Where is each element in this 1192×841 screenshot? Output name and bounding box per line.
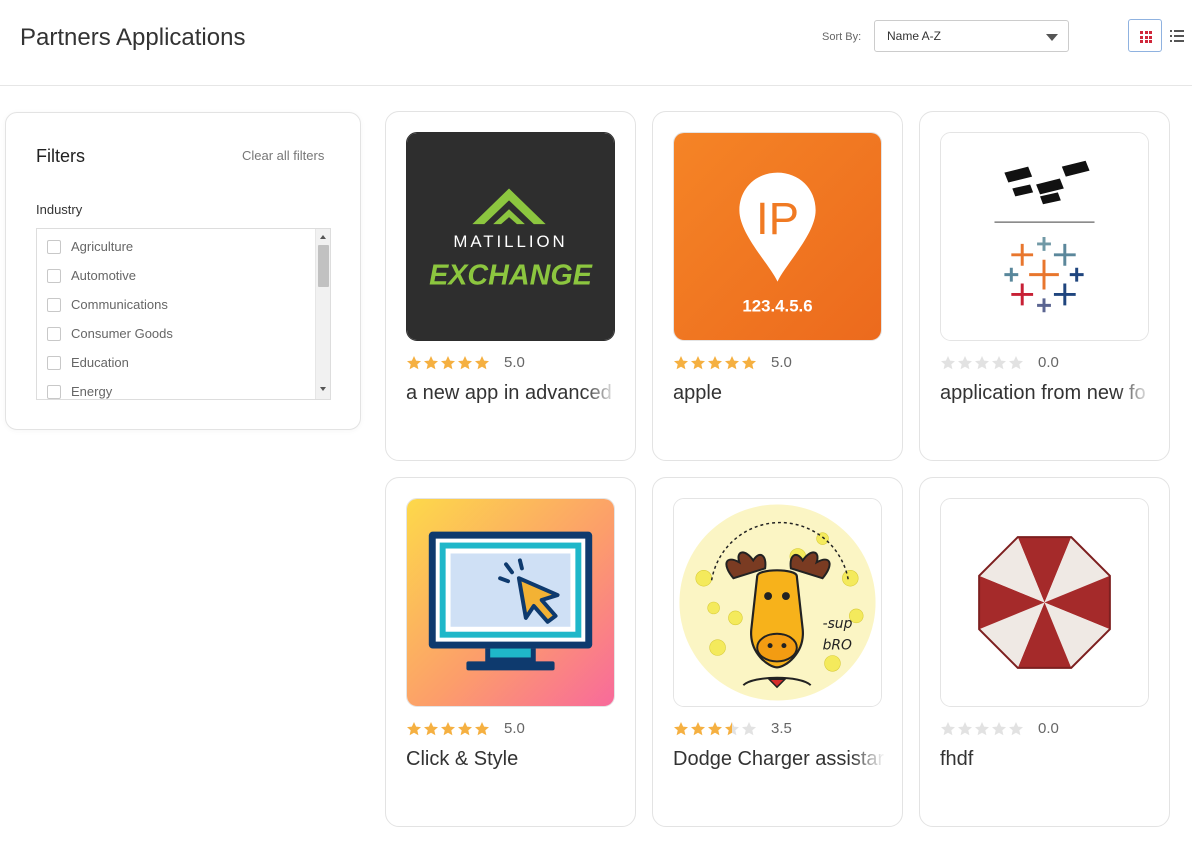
star-icon (1009, 722, 1023, 736)
star-icon (458, 722, 472, 736)
filters-title: Filters (36, 146, 85, 166)
checkbox[interactable] (47, 385, 61, 399)
sort-by-label: Sort By: (822, 31, 862, 43)
rating-value: 5.0 (771, 354, 792, 371)
star-icon (725, 356, 739, 370)
app-card[interactable]: IP 123.4.5.6 5.0 apple (652, 111, 903, 461)
app-logo: MATILLION EXCHANGE (406, 132, 615, 341)
industry-label: Industry (36, 202, 83, 217)
logo-text: IP (756, 193, 799, 244)
star-icon (941, 722, 955, 736)
list-view-button[interactable] (1170, 30, 1184, 42)
star-icon (674, 356, 688, 370)
star-icon (674, 722, 688, 736)
moose-sticker-image: -sup bRO (674, 499, 881, 706)
logo-text: EXCHANGE (429, 260, 593, 292)
logo-text: MATILLION (453, 232, 567, 251)
app-card[interactable]: 5.0 Click & Style (385, 477, 636, 827)
scrollbar[interactable] (315, 229, 330, 399)
star-icon (1009, 356, 1023, 370)
rating-value: 0.0 (1038, 720, 1059, 737)
star-icon (708, 356, 722, 370)
star-icon (992, 356, 1006, 370)
industry-option[interactable]: Agriculture (47, 237, 307, 257)
app-logo (940, 132, 1149, 341)
app-card[interactable]: 0.0 fhdf (919, 477, 1170, 827)
checkbox[interactable] (47, 327, 61, 341)
checkbox[interactable] (47, 298, 61, 312)
star-icon (441, 722, 455, 736)
star-icon (691, 722, 705, 736)
star-icon (742, 356, 756, 370)
star-icon (424, 722, 438, 736)
ip-location-logo: IP 123.4.5.6 (674, 133, 881, 340)
star-icon (424, 356, 438, 370)
app-name[interactable]: fhdf (940, 748, 1151, 771)
industry-list[interactable]: Agriculture Automotive Communications Co… (36, 228, 331, 400)
rating-value: 0.0 (1038, 354, 1059, 371)
scroll-up-icon[interactable] (320, 235, 326, 239)
star-icon (992, 722, 1006, 736)
industry-option[interactable]: Automotive (47, 266, 307, 286)
logo-text: 123.4.5.6 (742, 296, 812, 315)
rating-stars (406, 355, 491, 371)
checkbox[interactable] (47, 240, 61, 254)
checkbox[interactable] (47, 356, 61, 370)
star-icon (725, 722, 739, 736)
app-card[interactable]: -sup bRO 3.5 Dodge Charger assistar (652, 477, 903, 827)
star-icon (975, 722, 989, 736)
star-icon (475, 356, 489, 370)
matillion-exchange-logo: MATILLION EXCHANGE (407, 133, 614, 340)
star-icon (407, 356, 421, 370)
page-title: Partners Applications (20, 24, 246, 51)
app-logo (940, 498, 1149, 707)
star-icon (742, 722, 756, 736)
page-header: Partners Applications Sort By: Name A-Z (0, 0, 1192, 86)
app-logo: IP 123.4.5.6 (673, 132, 882, 341)
industry-option[interactable]: Education (47, 353, 307, 373)
grid-view-icon (1140, 31, 1152, 43)
app-logo: -sup bRO (673, 498, 882, 707)
rating-stars (673, 355, 758, 371)
click-style-logo (407, 499, 614, 706)
star-icon (475, 722, 489, 736)
industry-option[interactable]: Consumer Goods (47, 324, 307, 344)
app-logo (406, 498, 615, 707)
app-card[interactable]: 0.0 application from new fo (919, 111, 1170, 461)
svg-text:bRO: bRO (823, 638, 852, 654)
umbrella-logo (941, 499, 1148, 706)
star-icon (958, 722, 972, 736)
rating-value: 5.0 (504, 354, 525, 371)
sort-select-value: Name A-Z (887, 29, 942, 43)
svg-text:-sup: -sup (823, 616, 853, 632)
filters-panel: Filters Clear all filters Industry Agric… (5, 112, 361, 430)
rating-stars (940, 721, 1025, 737)
scroll-down-icon[interactable] (320, 387, 326, 391)
clear-all-filters-link[interactable]: Clear all filters (242, 148, 324, 163)
chevron-down-icon (1046, 34, 1058, 41)
scrollbar-thumb[interactable] (318, 245, 329, 287)
app-card[interactable]: MATILLION EXCHANGE 5.0 a new app in adva… (385, 111, 636, 461)
star-icon (958, 356, 972, 370)
app-name[interactable]: apple (673, 382, 884, 405)
industry-option[interactable]: Communications (47, 295, 307, 315)
star-icon (441, 356, 455, 370)
rating-stars (673, 721, 758, 737)
rating-value: 5.0 (504, 720, 525, 737)
sort-select[interactable]: Name A-Z (874, 20, 1069, 52)
rating-stars (406, 721, 491, 737)
star-icon (407, 722, 421, 736)
tableau-logo (941, 133, 1148, 340)
rating-stars (940, 355, 1025, 371)
star-icon (458, 356, 472, 370)
industry-option[interactable]: Energy (47, 382, 307, 399)
checkbox[interactable] (47, 269, 61, 283)
star-icon (708, 722, 722, 736)
app-name[interactable]: Click & Style (406, 748, 617, 771)
star-icon (941, 356, 955, 370)
star-icon (691, 356, 705, 370)
rating-value: 3.5 (771, 720, 792, 737)
star-icon (975, 356, 989, 370)
grid-view-button[interactable] (1128, 19, 1162, 52)
